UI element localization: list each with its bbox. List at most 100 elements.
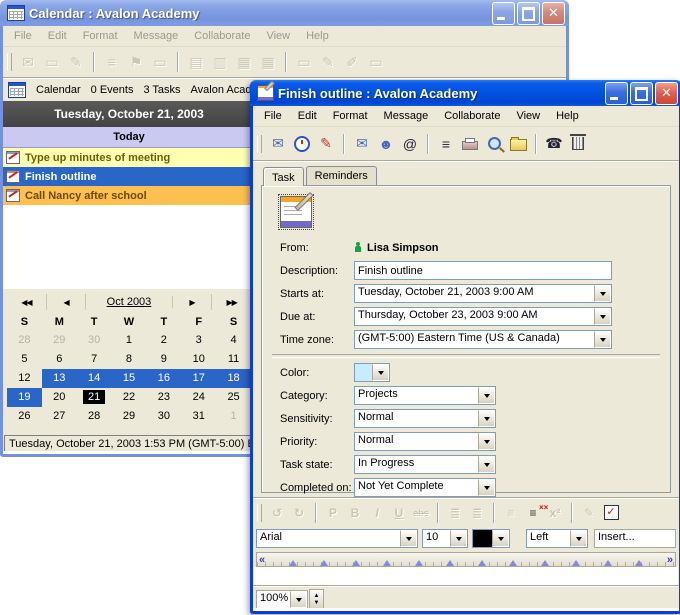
prev-year-button[interactable]: ◀◀ (7, 294, 47, 310)
calendar-day-cell[interactable]: 27 (42, 407, 77, 426)
menu-file[interactable]: File (257, 108, 289, 124)
ruler-tab-marker[interactable] (352, 556, 360, 566)
ruler-tab-marker[interactable] (320, 556, 328, 566)
starts-combobox[interactable]: Tuesday, October 21, 2003 9:00 AM (354, 284, 612, 303)
ruler-left-margin-marker[interactable]: « (259, 555, 265, 566)
next-year-button[interactable]: ▶▶ (212, 294, 251, 310)
send-icon[interactable]: ✉ (350, 133, 374, 155)
ruler-tab-marker[interactable] (604, 556, 612, 566)
chevron-down-icon[interactable] (570, 530, 587, 547)
menu-view[interactable]: View (509, 108, 547, 124)
calendar-day-cell[interactable]: 18 (216, 369, 251, 388)
calendar-day-cell[interactable]: 22 (112, 388, 147, 407)
ruler-right-margin-marker[interactable]: » (667, 555, 673, 566)
zoom-spinner[interactable]: ▲▼ (309, 589, 324, 608)
calendar-day-cell[interactable]: 13 (42, 369, 77, 388)
address-book-icon[interactable]: @ (398, 133, 422, 155)
insert-combobox[interactable]: Insert... (594, 529, 676, 548)
file-into-folder-icon[interactable] (506, 133, 530, 155)
calendar-day-cell[interactable]: 30 (77, 331, 112, 350)
next-month-button[interactable]: ▶ (173, 294, 213, 310)
priority-combobox[interactable]: Normal (354, 432, 496, 451)
calendar-day-cell[interactable]: 21 (77, 388, 112, 407)
dial-icon[interactable]: ☎ (542, 133, 566, 155)
toolbar-grip[interactable] (257, 504, 262, 522)
calendar-day-cell[interactable]: 9 (146, 350, 181, 369)
timezone-combobox[interactable]: (GMT-5:00) Eastern Time (US & Canada) (354, 330, 612, 349)
new-task-icon[interactable]: ✎ (314, 133, 338, 155)
align-combobox[interactable]: Left (526, 529, 588, 548)
calendar-day-cell[interactable]: 19 (7, 388, 42, 407)
tab-reminders[interactable]: Reminders (306, 166, 377, 185)
calendar-day-cell[interactable]: 25 (216, 388, 251, 407)
maximize-button[interactable] (630, 82, 653, 105)
note-edit-area[interactable] (254, 567, 678, 586)
completed-combobox[interactable]: Not Yet Complete (354, 478, 496, 497)
maximize-button[interactable] (517, 2, 540, 25)
calendar-day-cell[interactable]: 28 (7, 331, 42, 350)
menu-format[interactable]: Format (326, 108, 375, 124)
ruler[interactable]: «» (256, 552, 676, 567)
calendar-day-cell[interactable]: 6 (42, 350, 77, 369)
calendar-day-cell[interactable]: 12 (7, 369, 42, 388)
calendar-titlebar[interactable]: Calendar : Avalon Academy (0, 0, 569, 26)
calendar-day-cell[interactable]: 26 (7, 407, 42, 426)
menu-edit[interactable]: Edit (291, 108, 324, 124)
toolbar-grip[interactable] (257, 135, 262, 153)
close-button[interactable] (655, 82, 678, 105)
chevron-down-icon[interactable] (492, 530, 509, 547)
contact-icon[interactable]: ☻ (374, 133, 398, 155)
menu-collaborate[interactable]: Collaborate (437, 108, 507, 124)
new-message-icon[interactable]: ✉ (266, 133, 290, 155)
menu-help[interactable]: Help (549, 108, 586, 124)
font-combobox[interactable]: Arial (256, 529, 418, 548)
calendar-day-cell[interactable]: 14 (77, 369, 112, 388)
calendar-day-cell[interactable]: 4 (216, 331, 251, 350)
calendar-day-cell[interactable]: 5 (7, 350, 42, 369)
calendar-day-cell[interactable]: 30 (146, 407, 181, 426)
chevron-down-icon[interactable] (594, 285, 611, 302)
ruler-tab-marker[interactable] (446, 556, 454, 566)
calendar-day-cell[interactable]: 29 (112, 407, 147, 426)
ruler-tab-marker[interactable] (541, 556, 549, 566)
calendar-day-cell[interactable]: 15 (112, 369, 147, 388)
font-color-combobox[interactable] (472, 529, 510, 548)
task-titlebar[interactable]: Finish outline : Avalon Academy (250, 80, 680, 106)
chevron-down-icon[interactable] (594, 331, 611, 348)
calendar-day-cell[interactable]: 24 (181, 388, 216, 407)
chevron-down-icon[interactable] (478, 456, 495, 473)
month-label[interactable]: Oct 2003 (86, 296, 172, 308)
chevron-down-icon[interactable] (478, 387, 495, 404)
ruler-tab-marker[interactable] (289, 556, 297, 566)
spellcheck-icon[interactable]: ✓ (600, 502, 622, 524)
color-combobox[interactable] (354, 363, 390, 382)
calendar-day-cell[interactable]: 7 (77, 350, 112, 369)
description-input[interactable] (354, 261, 612, 280)
font-size-combobox[interactable]: 10 (422, 529, 468, 548)
chevron-down-icon[interactable] (594, 308, 611, 325)
ruler-tab-marker[interactable] (572, 556, 580, 566)
calendar-day-cell[interactable]: 17 (181, 369, 216, 388)
ruler-tab-marker[interactable] (383, 556, 391, 566)
checklist-icon[interactable]: ≡ (522, 502, 544, 524)
print-icon[interactable] (458, 133, 482, 155)
minimize-button[interactable] (492, 2, 515, 25)
calendar-day-cell[interactable]: 3 (181, 331, 216, 350)
chevron-down-icon[interactable] (478, 433, 495, 450)
tab-task[interactable]: Task (263, 167, 304, 186)
calendar-day-cell[interactable]: 2 (146, 331, 181, 350)
ruler-tab-marker[interactable] (478, 556, 486, 566)
calendar-day-cell[interactable]: 10 (181, 350, 216, 369)
ruler-tab-marker[interactable] (509, 556, 517, 566)
calendar-day-cell[interactable]: 16 (146, 369, 181, 388)
calendar-day-cell[interactable]: 31 (181, 407, 216, 426)
close-button[interactable] (542, 2, 565, 25)
toolbar-grip[interactable] (7, 53, 12, 71)
minimize-button[interactable] (605, 82, 628, 105)
find-icon[interactable] (482, 133, 506, 155)
delete-icon[interactable] (566, 133, 590, 155)
chevron-down-icon[interactable] (478, 479, 495, 496)
calendar-day-cell[interactable]: 11 (216, 350, 251, 369)
prev-month-button[interactable]: ◀ (47, 294, 87, 310)
task-list-item[interactable]: Finish outline (3, 167, 255, 186)
